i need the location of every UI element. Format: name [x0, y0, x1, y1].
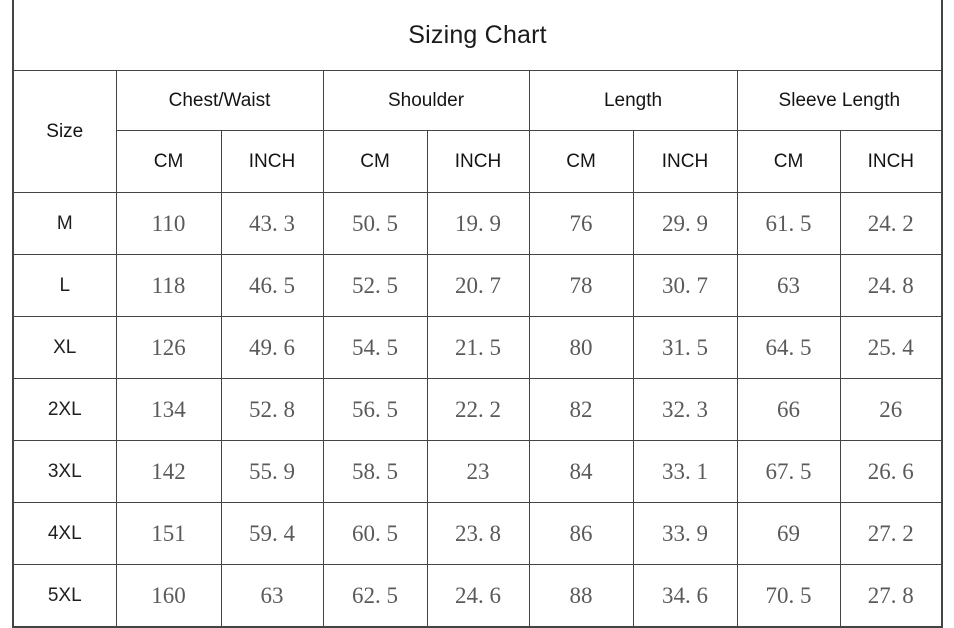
cell-value: 55. 9: [220, 440, 324, 503]
cell-value: 82: [528, 378, 634, 441]
row-size-label: 5XL: [12, 564, 117, 628]
cell-value: 22. 2: [426, 378, 530, 441]
header-unit-row: CM INCH CM INCH CM INCH CM INCH: [13, 130, 943, 193]
unit-header-length-cm: CM: [528, 130, 634, 193]
cell-value: 43. 3: [220, 192, 324, 255]
table-row: L 118 46. 5 52. 5 20. 7 78 30. 7 63 24. …: [12, 254, 943, 317]
cell-value: 86: [528, 502, 634, 565]
cell-value: 25. 4: [839, 316, 943, 379]
row-size-label: 4XL: [12, 502, 117, 565]
column-header-chest-waist: Chest/Waist: [115, 70, 324, 131]
header-group-row: Size Chest/Waist Shoulder Length Sleeve …: [12, 70, 943, 193]
cell-value: 27. 2: [839, 502, 943, 565]
cell-value: 61. 5: [736, 192, 841, 255]
cell-value: 76: [528, 192, 634, 255]
cell-value: 63: [736, 254, 841, 317]
cell-value: 34. 6: [632, 564, 738, 628]
sizing-chart-table: Sizing Chart Size Chest/Waist Shoulder L…: [12, 0, 944, 628]
cell-value: 29. 9: [632, 192, 738, 255]
unit-header-chest-waist-inch: INCH: [220, 130, 324, 193]
row-size-label: L: [12, 254, 117, 317]
cell-value: 32. 3: [632, 378, 738, 441]
cell-value: 26. 6: [839, 440, 943, 503]
cell-value: 46. 5: [220, 254, 324, 317]
unit-header-shoulder-cm: CM: [322, 130, 428, 193]
unit-header-chest-waist-cm: CM: [115, 130, 222, 193]
column-header-sleeve-length: Sleeve Length: [736, 70, 943, 131]
cell-value: 19. 9: [426, 192, 530, 255]
cell-value: 70. 5: [736, 564, 841, 628]
column-header-length: Length: [528, 70, 738, 131]
cell-value: 20. 7: [426, 254, 530, 317]
cell-value: 78: [528, 254, 634, 317]
unit-header-shoulder-inch: INCH: [426, 130, 530, 193]
table-row: 4XL 151 59. 4 60. 5 23. 8 86 33. 9 69 27…: [12, 502, 943, 565]
table-row: 2XL 134 52. 8 56. 5 22. 2 82 32. 3 66 26: [12, 378, 943, 441]
table-row: XL 126 49. 6 54. 5 21. 5 80 31. 5 64. 5 …: [12, 316, 943, 379]
sizing-chart-page: Sizing Chart Size Chest/Waist Shoulder L…: [0, 0, 954, 628]
cell-value: 110: [115, 192, 222, 255]
cell-value: 50. 5: [322, 192, 428, 255]
cell-value: 126: [115, 316, 222, 379]
cell-value: 31. 5: [632, 316, 738, 379]
table-row: M 110 43. 3 50. 5 19. 9 76 29. 9 61. 5 2…: [12, 192, 943, 255]
cell-value: 24. 6: [426, 564, 530, 628]
cell-value: 160: [115, 564, 222, 628]
cell-value: 27. 8: [839, 564, 943, 628]
page-title: Sizing Chart: [13, 0, 943, 71]
cell-value: 142: [115, 440, 222, 503]
cell-value: 63: [220, 564, 324, 628]
cell-value: 88: [528, 564, 634, 628]
cell-value: 21. 5: [426, 316, 530, 379]
cell-value: 118: [115, 254, 222, 317]
unit-header-length-inch: INCH: [632, 130, 738, 193]
column-header-shoulder: Shoulder: [322, 70, 530, 131]
cell-value: 59. 4: [220, 502, 324, 565]
cell-value: 67. 5: [736, 440, 841, 503]
unit-header-sleeve-inch: INCH: [839, 130, 943, 193]
cell-value: 84: [528, 440, 634, 503]
cell-value: 49. 6: [220, 316, 324, 379]
cell-value: 52. 5: [322, 254, 428, 317]
cell-value: 66: [736, 378, 841, 441]
cell-value: 151: [115, 502, 222, 565]
cell-value: 62. 5: [322, 564, 428, 628]
row-size-label: 3XL: [12, 440, 117, 503]
cell-value: 54. 5: [322, 316, 428, 379]
cell-value: 60. 5: [322, 502, 428, 565]
column-header-size: Size: [12, 70, 117, 193]
cell-value: 30. 7: [632, 254, 738, 317]
cell-value: 64. 5: [736, 316, 841, 379]
cell-value: 33. 9: [632, 502, 738, 565]
cell-value: 23: [426, 440, 530, 503]
cell-value: 69: [736, 502, 841, 565]
table-row: 5XL 160 63 62. 5 24. 6 88 34. 6 70. 5 27…: [12, 564, 943, 628]
unit-header-sleeve-cm: CM: [736, 130, 841, 193]
title-row: Sizing Chart: [13, 0, 943, 71]
row-size-label: 2XL: [12, 378, 117, 441]
cell-value: 33. 1: [632, 440, 738, 503]
row-size-label: M: [12, 192, 117, 255]
cell-value: 134: [115, 378, 222, 441]
cell-value: 52. 8: [220, 378, 324, 441]
cell-value: 26: [839, 378, 943, 441]
cell-value: 80: [528, 316, 634, 379]
cell-value: 24. 2: [839, 192, 943, 255]
cell-value: 58. 5: [322, 440, 428, 503]
cell-value: 23. 8: [426, 502, 530, 565]
row-size-label: XL: [12, 316, 117, 379]
cell-value: 24. 8: [839, 254, 943, 317]
cell-value: 56. 5: [322, 378, 428, 441]
table-row: 3XL 142 55. 9 58. 5 23 84 33. 1 67. 5 26…: [12, 440, 943, 503]
